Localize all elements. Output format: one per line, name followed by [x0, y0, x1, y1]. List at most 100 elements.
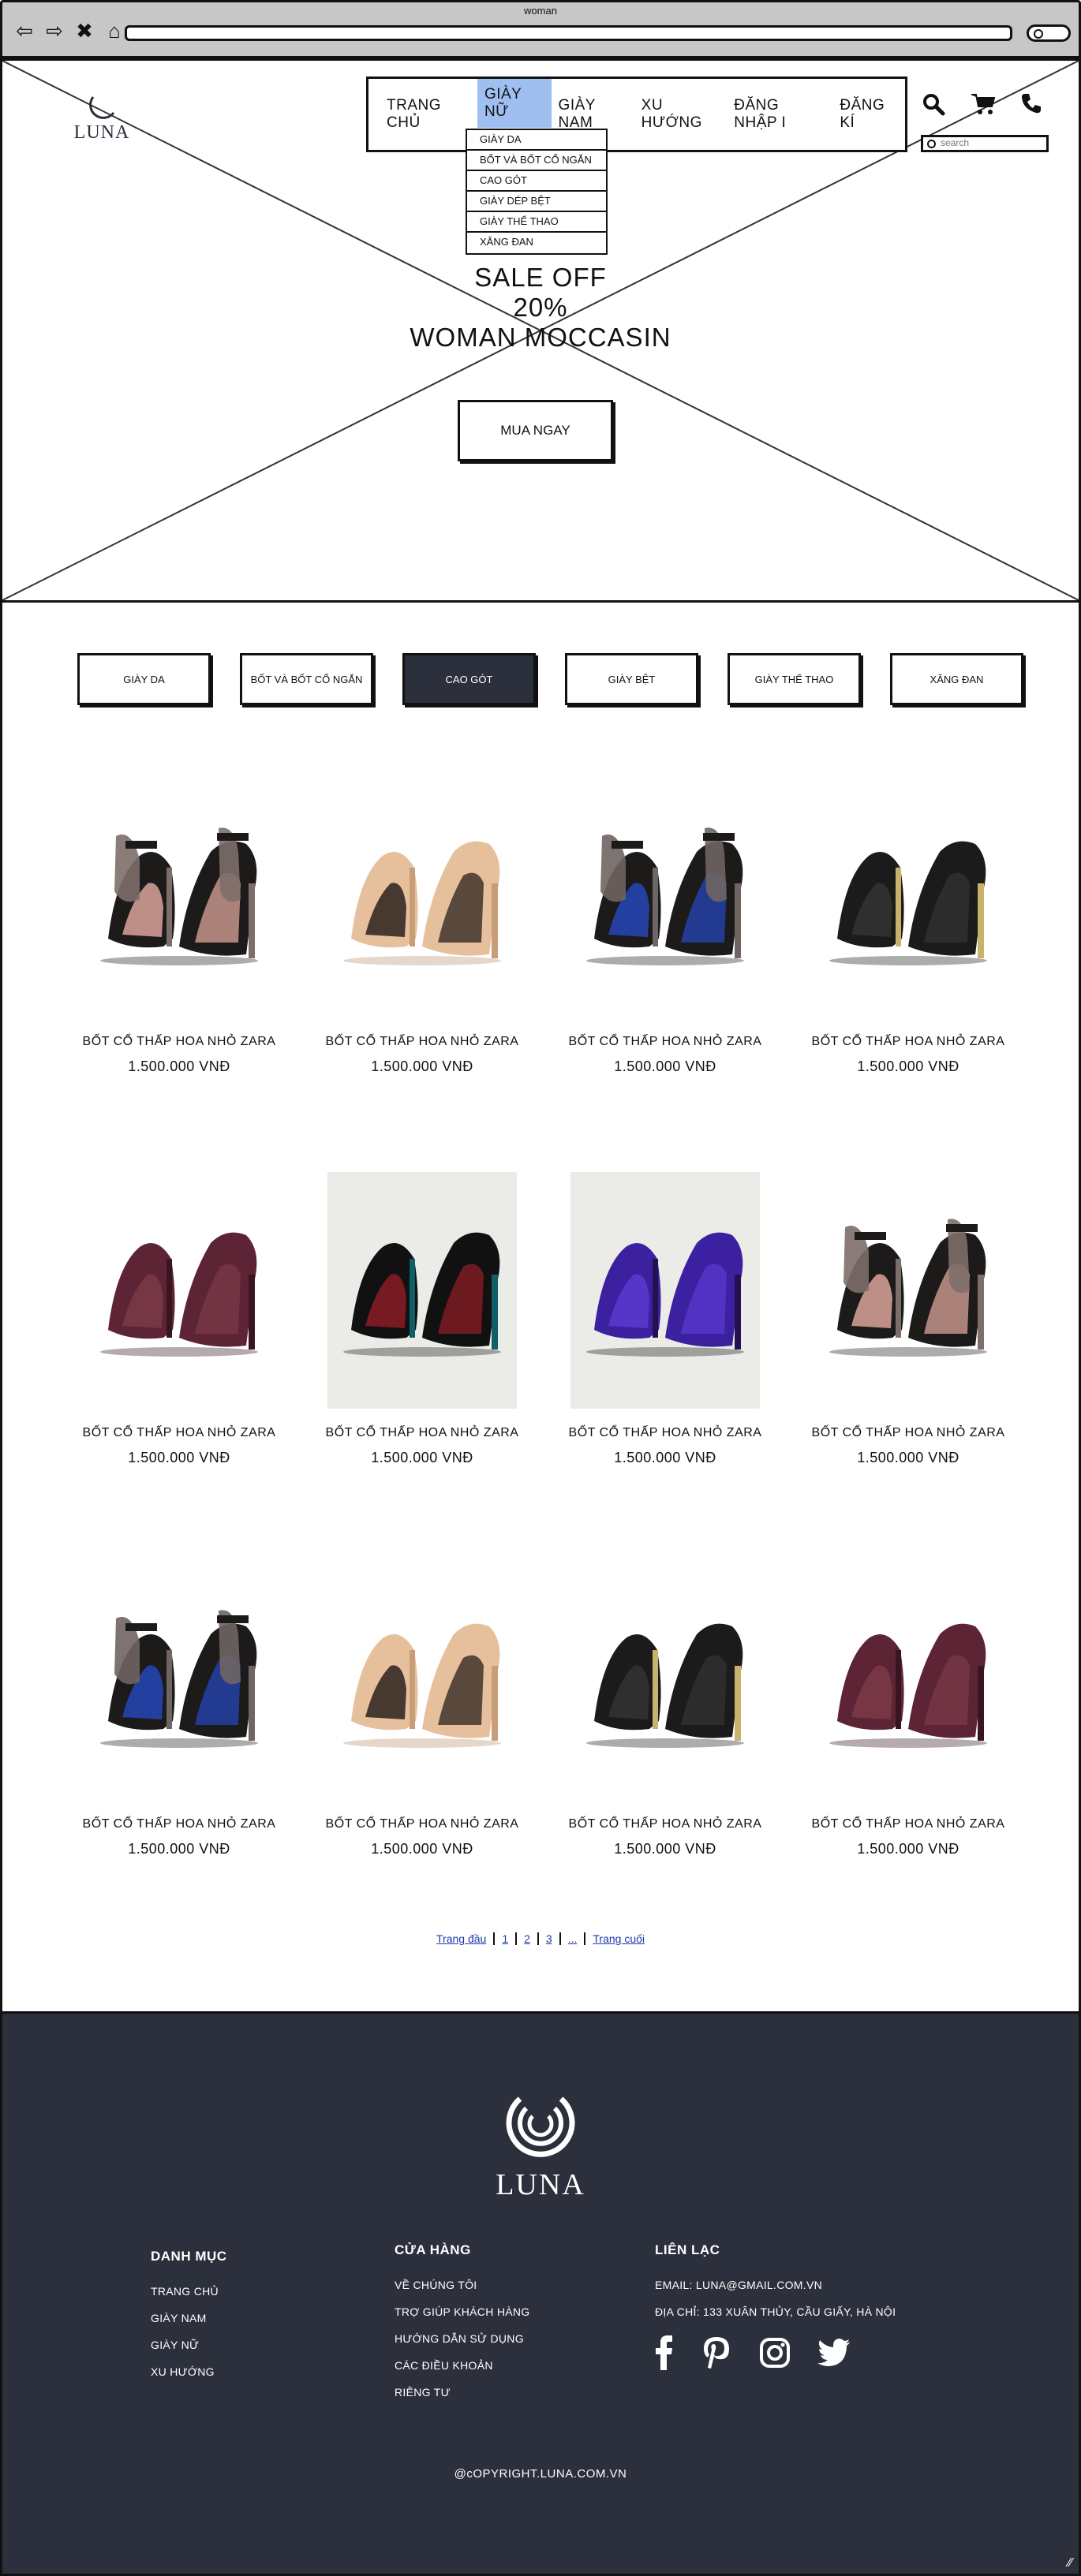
product-name[interactable]: BỐT CỔ THẤP HOA NHỎ ZARA — [301, 1035, 544, 1049]
footer-link-guide[interactable]: HƯỚNG DẪN SỬ DỤNG — [395, 2332, 529, 2345]
page-last[interactable]: Trang cuối — [585, 1932, 652, 1945]
footer-logo[interactable]: LUNA — [2, 2093, 1079, 2202]
product-card[interactable]: BỐT CỔ THẤP HOA NHỎ ZARA 1.500.000 VNĐ — [544, 1563, 787, 1954]
product-name[interactable]: BỐT CỔ THẤP HOA NHỎ ZARA — [787, 1426, 1030, 1440]
product-image[interactable] — [570, 781, 760, 1017]
brand-logo[interactable]: LUNA — [70, 88, 133, 144]
product-image[interactable] — [570, 1563, 760, 1800]
twitter-icon[interactable] — [817, 2339, 851, 2367]
nav-item-register[interactable]: ĐĂNG KÍ — [832, 79, 905, 150]
dropdown-item-sneakers[interactable]: GIÀY THỂ THAO — [467, 212, 606, 233]
close-icon[interactable]: ✖ — [73, 20, 95, 42]
instagram-icon[interactable] — [759, 2337, 791, 2369]
footer-link-women[interactable]: GIÀY NỮ — [151, 2339, 227, 2351]
footer-link-men[interactable]: GIÀY NAM — [151, 2312, 227, 2324]
product-name[interactable]: BỐT CỔ THẤP HOA NHỎ ZARA — [544, 1035, 787, 1049]
category-boots[interactable]: BỐT VÀ BỐT CỔ NGẮN — [240, 653, 373, 705]
product-image[interactable] — [84, 1563, 274, 1800]
product-name[interactable]: BỐT CỔ THẤP HOA NHỎ ZARA — [787, 1817, 1030, 1831]
product-card[interactable]: BỐT CỔ THẤP HOA NHỎ ZARA 1.500.000 VNĐ — [58, 1172, 301, 1563]
phone-icon[interactable] — [1020, 92, 1042, 114]
page-ellipsis: ... — [560, 1932, 586, 1945]
home-icon[interactable]: ⌂ — [103, 20, 125, 42]
product-price: 1.500.000 VNĐ — [614, 1058, 716, 1074]
product-name[interactable]: BỐT CỔ THẤP HOA NHỎ ZARA — [787, 1035, 1030, 1049]
moon-logo-icon — [87, 92, 117, 119]
product-section: GIÀY DA BỐT VÀ BỐT CỔ NGẮN CAO GÓT GIÀY … — [0, 603, 1081, 2011]
window-resize-handle-icon[interactable]: ⁄⁄ — [1068, 2556, 1072, 2570]
product-image[interactable] — [814, 1172, 1003, 1409]
product-name[interactable]: BỐT CỔ THẤP HOA NHỎ ZARA — [544, 1817, 787, 1831]
product-card[interactable]: BỐT CỔ THẤP HOA NHỎ ZARA 1.500.000 VNĐ — [787, 781, 1030, 1172]
category-heels[interactable]: CAO GÓT — [402, 653, 536, 705]
dropdown-item-boots[interactable]: BỐT VÀ BỐT CỔ NGẮN — [467, 151, 606, 171]
product-name[interactable]: BỐT CỔ THẤP HOA NHỎ ZARA — [58, 1035, 301, 1049]
footer-column-contact: LIÊN LẠC EMAIL: LUNA@GMAIL.COM.VN ĐỊA CH… — [655, 2242, 896, 2370]
cart-icon[interactable] — [971, 92, 996, 116]
product-card[interactable]: BỐT CỔ THẤP HOA NHỎ ZARA 1.500.000 VNĐ — [301, 1563, 544, 1954]
facebook-icon[interactable] — [655, 2335, 674, 2370]
nav-item-home[interactable]: TRANG CHỦ — [380, 79, 477, 150]
footer-link-trends[interactable]: XU HƯỚNG — [151, 2365, 227, 2378]
dropdown-item-heels[interactable]: CAO GÓT — [467, 171, 606, 192]
product-card[interactable]: BỐT CỔ THẤP HOA NHỎ ZARA 1.500.000 VNĐ — [58, 781, 301, 1172]
product-card[interactable]: BỐT CỔ THẤP HOA NHỎ ZARA 1.500.000 VNĐ — [301, 781, 544, 1172]
product-price: 1.500.000 VNĐ — [371, 1058, 473, 1074]
product-price: 1.500.000 VNĐ — [857, 1058, 959, 1074]
product-name[interactable]: BỐT CỔ THẤP HOA NHỎ ZARA — [544, 1426, 787, 1440]
product-card[interactable]: BỐT CỔ THẤP HOA NHỎ ZARA 1.500.000 VNĐ — [544, 1172, 787, 1563]
pinterest-icon[interactable] — [701, 2335, 732, 2370]
product-card[interactable]: BỐT CỔ THẤP HOA NHỎ ZARA 1.500.000 VNĐ — [544, 781, 787, 1172]
product-price: 1.500.000 VNĐ — [371, 1450, 473, 1465]
category-sneakers[interactable]: GIÀY THỂ THAO — [728, 653, 861, 705]
nav-item-women-shoes[interactable]: GIÀY NỮ — [477, 79, 552, 128]
forward-icon[interactable]: ⇨ — [43, 20, 65, 42]
product-image[interactable] — [84, 781, 274, 1017]
category-leather[interactable]: GIÀY DA — [77, 653, 211, 705]
product-image[interactable] — [814, 1563, 1003, 1800]
page-3[interactable]: 3 — [538, 1932, 561, 1945]
footer-link-terms[interactable]: CÁC ĐIỀU KHOẢN — [395, 2359, 529, 2372]
product-name[interactable]: BỐT CỔ THẤP HOA NHỎ ZARA — [58, 1817, 301, 1831]
hero-line-sale: SALE OFF — [474, 263, 607, 292]
product-image[interactable] — [570, 1172, 760, 1409]
product-grid: BỐT CỔ THẤP HOA NHỎ ZARA 1.500.000 VNĐ B… — [58, 781, 1028, 1954]
footer-heading-store: CỬA HÀNG — [395, 2242, 471, 2257]
product-name[interactable]: BỐT CỔ THẤP HOA NHỎ ZARA — [301, 1817, 544, 1831]
search-icon[interactable] — [922, 92, 945, 116]
product-name[interactable]: BỐT CỔ THẤP HOA NHỎ ZARA — [58, 1426, 301, 1440]
footer-column-categories: DANH MỤC TRANG CHỦ GIÀY NAM GIÀY NỮ XU H… — [151, 2249, 227, 2392]
product-name[interactable]: BỐT CỔ THẤP HOA NHỎ ZARA — [301, 1426, 544, 1440]
footer-link-about[interactable]: VỀ CHÚNG TÔI — [395, 2279, 529, 2291]
category-sandals[interactable]: XĂNG ĐAN — [890, 653, 1023, 705]
site-search-input[interactable]: search — [921, 135, 1049, 152]
dropdown-item-flats[interactable]: GIÀY DÉP BỆT — [467, 192, 606, 212]
dropdown-item-leather[interactable]: GIÀY DA — [467, 130, 606, 151]
product-image[interactable] — [814, 781, 1003, 1017]
product-card[interactable]: BỐT CỔ THẤP HOA NHỎ ZARA 1.500.000 VNĐ — [58, 1563, 301, 1954]
footer-link-support[interactable]: TRỢ GIÚP KHÁCH HÀNG — [395, 2305, 529, 2318]
category-flats[interactable]: GIÀY BỆT — [565, 653, 698, 705]
page-first[interactable]: Trang đầu — [429, 1932, 496, 1945]
product-image[interactable] — [327, 1172, 517, 1409]
product-image[interactable] — [84, 1172, 274, 1409]
nav-item-login[interactable]: ĐĂNG NHẬP I — [727, 79, 832, 150]
product-image[interactable] — [327, 1563, 517, 1800]
product-price: 1.500.000 VNĐ — [857, 1450, 959, 1465]
dropdown-item-sandals[interactable]: XĂNG ĐAN — [467, 233, 606, 253]
browser-search-box[interactable] — [1027, 24, 1071, 42]
product-card[interactable]: BỐT CỔ THẤP HOA NHỎ ZARA 1.500.000 VNĐ — [787, 1172, 1030, 1563]
footer-link-home[interactable]: TRANG CHỦ — [151, 2285, 227, 2298]
footer-link-privacy[interactable]: RIÊNG TƯ — [395, 2386, 529, 2399]
product-image[interactable] — [327, 781, 517, 1017]
product-card[interactable]: BỐT CỔ THẤP HOA NHỎ ZARA 1.500.000 VNĐ — [301, 1172, 544, 1563]
product-price: 1.500.000 VNĐ — [614, 1841, 716, 1857]
product-price: 1.500.000 VNĐ — [857, 1841, 959, 1857]
buy-now-button[interactable]: MUA NGAY — [458, 400, 613, 461]
product-card[interactable]: BỐT CỔ THẤP HOA NHỎ ZARA 1.500.000 VNĐ — [787, 1563, 1030, 1954]
nav-item-trends[interactable]: XU HƯỚNG — [634, 79, 728, 150]
url-bar[interactable] — [125, 25, 1012, 41]
page-1[interactable]: 1 — [495, 1932, 518, 1945]
back-icon[interactable]: ⇦ — [13, 20, 36, 42]
page-2[interactable]: 2 — [517, 1932, 539, 1945]
